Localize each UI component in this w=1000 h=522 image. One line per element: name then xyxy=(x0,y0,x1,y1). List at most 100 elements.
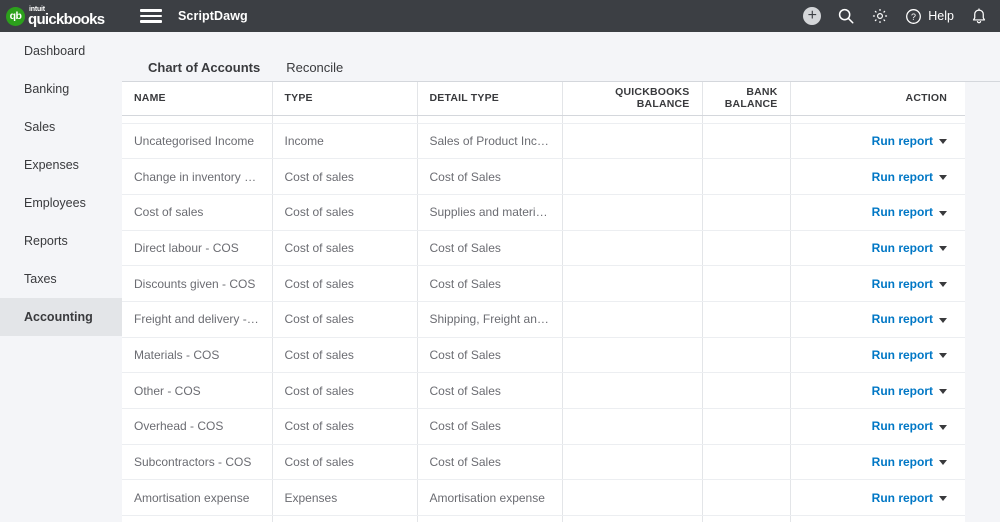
table-row[interactable]: Uncategorised Income Income Sales of Produ… xyxy=(122,123,965,160)
quickbooks-logo[interactable]: qb intuit quickbooks xyxy=(6,6,124,27)
plus-icon: + xyxy=(803,7,822,25)
chevron-down-icon[interactable] xyxy=(939,281,947,287)
notifications-button[interactable] xyxy=(970,7,988,26)
sidebar-item-label: Reports xyxy=(24,234,68,248)
cell-detail-type: Cost of Sales xyxy=(417,230,563,267)
sidebar-item-banking[interactable]: Banking xyxy=(0,70,122,108)
chevron-down-icon[interactable] xyxy=(939,388,947,394)
sidebar-item-employees[interactable]: Employees xyxy=(0,184,122,222)
cell-account-type: Cost of sales xyxy=(272,230,418,267)
table-row[interactable]: Other - COS Cost of sales Cost of Sales Run… xyxy=(122,372,965,409)
hamburger-bar xyxy=(140,9,162,12)
cell-account-type: Cost of sales xyxy=(272,158,418,195)
chevron-down-icon[interactable] xyxy=(939,460,947,466)
tab-label: Chart of Accounts xyxy=(148,60,261,75)
column-header-action: ACTION xyxy=(790,82,965,116)
cell-account-type: Cost of sales xyxy=(272,194,418,231)
cell-quickbooks-balance xyxy=(562,408,703,445)
table-row[interactable]: Discounts given - COS Cost of sales Cost o… xyxy=(122,265,965,302)
quickbooks-label: quickbooks xyxy=(28,10,105,28)
cell-account-type: Cost of sales xyxy=(272,265,418,302)
chevron-down-icon[interactable] xyxy=(939,246,947,252)
cell-bank-balance xyxy=(702,194,791,231)
cell-action: Run report xyxy=(790,123,965,160)
run-report-link[interactable]: Run report xyxy=(872,312,933,326)
add-button[interactable]: + xyxy=(803,7,822,25)
primary-sidebar: Dashboard Banking Sales Expenses Employe… xyxy=(0,32,122,522)
cell-bank-balance xyxy=(702,337,791,374)
svg-text:?: ? xyxy=(911,11,916,21)
chevron-down-icon[interactable] xyxy=(939,424,947,430)
column-header-name[interactable]: NAME xyxy=(122,82,273,116)
cell-quickbooks-balance xyxy=(562,372,703,409)
cell-action: Run report xyxy=(790,337,965,374)
settings-button[interactable] xyxy=(871,7,889,25)
cell-account-type: Cost of sales xyxy=(272,337,418,374)
sidebar-item-accounting[interactable]: Accounting xyxy=(0,298,122,336)
run-report-link[interactable]: Run report xyxy=(872,384,933,398)
sidebar-item-label: Sales xyxy=(24,120,56,134)
tab-label: Reconcile xyxy=(286,60,344,75)
run-report-link[interactable]: Run report xyxy=(872,205,933,219)
cell-action: Run report xyxy=(790,265,965,302)
cell-account-type: Cost of sales xyxy=(272,408,418,445)
run-report-link[interactable]: Run report xyxy=(872,455,933,469)
sidebar-item-sales[interactable]: Sales xyxy=(0,108,122,146)
run-report-link[interactable]: Run report xyxy=(872,241,933,255)
sidebar-item-reports[interactable]: Reports xyxy=(0,222,122,260)
column-header-quickbooks-balance[interactable]: QUICKBOOKS BALANCE xyxy=(562,82,703,116)
run-report-link[interactable]: Run report xyxy=(872,491,933,505)
table-cell xyxy=(417,115,563,124)
cell-account-type: Expenses xyxy=(272,479,418,517)
table-row-partial xyxy=(122,115,965,124)
chevron-down-icon[interactable] xyxy=(939,496,947,502)
cell-quickbooks-balance xyxy=(562,123,703,160)
accounts-table-container[interactable]: NAME TYPE DETAIL TYPE QUICKBOOKS BALANCE… xyxy=(122,82,965,522)
sidebar-item-taxes[interactable]: Taxes xyxy=(0,260,122,298)
chevron-down-icon[interactable] xyxy=(939,174,947,180)
cell-bank-balance xyxy=(702,301,791,338)
content-header-spacer xyxy=(122,32,1000,52)
question-mark-icon: ? xyxy=(906,8,922,24)
tab-reconcile[interactable]: Reconcile xyxy=(286,60,343,82)
table-cell xyxy=(122,115,273,124)
top-navigation-bar: qb intuit quickbooks ScriptDawg + ? Help xyxy=(0,0,1000,32)
chevron-down-icon[interactable] xyxy=(939,210,947,216)
sidebar-item-expenses[interactable]: Expenses xyxy=(0,146,122,184)
table-row[interactable]: Subcontractors - COS Cost of sales Cost of… xyxy=(122,444,965,481)
search-button[interactable] xyxy=(837,7,855,25)
table-row[interactable]: Overhead - COS Cost of sales Cost of Sales… xyxy=(122,408,965,445)
column-header-detail-type[interactable]: DETAIL TYPE xyxy=(417,82,563,116)
run-report-link[interactable]: Run report xyxy=(872,170,933,184)
run-report-link[interactable]: Run report xyxy=(872,419,933,433)
table-row[interactable]: Cost of sales Cost of sales Supplies and m… xyxy=(122,194,965,231)
gear-icon xyxy=(873,8,888,24)
cell-action: Run report xyxy=(790,158,965,195)
table-cell xyxy=(272,515,418,522)
table-cell xyxy=(790,515,965,522)
run-report-link[interactable]: Run report xyxy=(872,348,933,362)
tab-chart-of-accounts[interactable]: Chart of Accounts xyxy=(143,60,265,85)
table-row[interactable]: Materials - COS Cost of sales Cost of Sale… xyxy=(122,337,965,374)
column-header-type[interactable]: TYPE xyxy=(272,82,418,116)
main-content: Chart of Accounts Reconcile NAME TYPE DE… xyxy=(122,32,1000,522)
chevron-down-icon[interactable] xyxy=(939,353,947,359)
table-row[interactable]: Direct labour - COS Cost of sales Cost of … xyxy=(122,230,965,267)
sidebar-item-dashboard[interactable]: Dashboard xyxy=(0,32,122,70)
cell-bank-balance xyxy=(702,265,791,302)
table-row[interactable]: Amortisation expense Expenses Amortisation… xyxy=(122,479,965,517)
sidebar-item-label: Expenses xyxy=(24,158,79,172)
column-header-bank-balance[interactable]: BANK BALANCE xyxy=(702,82,791,116)
run-report-link[interactable]: Run report xyxy=(872,277,933,291)
cell-detail-type: Supplies and materials - … xyxy=(417,194,563,231)
chevron-down-icon[interactable] xyxy=(939,139,947,145)
hamburger-menu-icon[interactable] xyxy=(140,8,162,24)
chevron-down-icon[interactable] xyxy=(939,317,947,323)
table-row[interactable]: Change in inventory - COS Cost of sales Co… xyxy=(122,158,965,195)
cell-bank-balance xyxy=(702,479,791,517)
run-report-link[interactable]: Run report xyxy=(872,134,933,148)
table-header: NAME TYPE DETAIL TYPE QUICKBOOKS BALANCE… xyxy=(122,82,965,116)
cell-quickbooks-balance xyxy=(562,194,703,231)
help-button[interactable]: ? Help xyxy=(905,8,954,25)
table-row[interactable]: Freight and delivery - COS Cost of sales S… xyxy=(122,301,965,338)
